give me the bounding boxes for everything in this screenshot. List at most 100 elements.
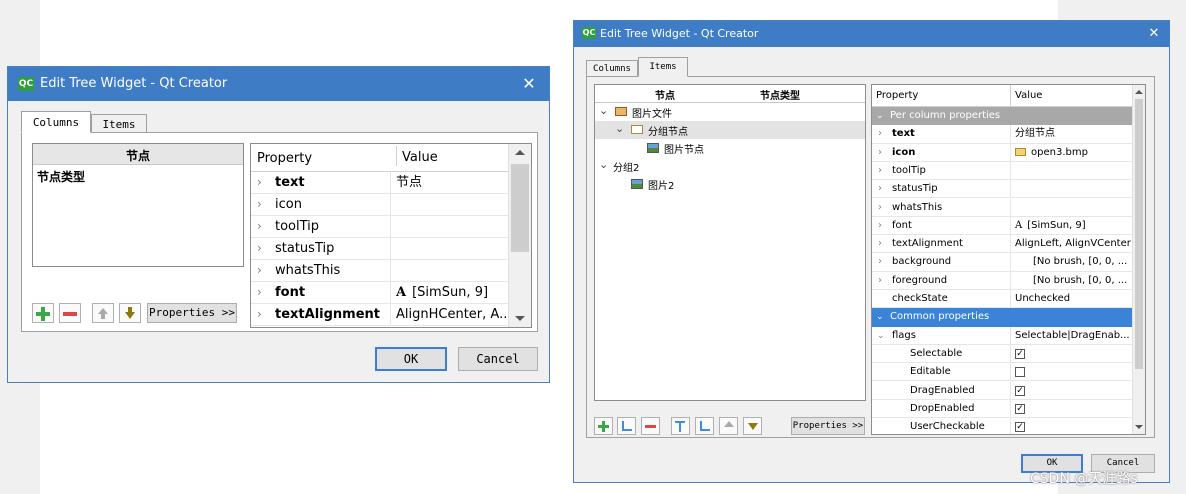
remove-icon[interactable] — [641, 417, 660, 435]
expand-arrow-icon[interactable]: › — [878, 253, 882, 271]
flag-row[interactable]: UserCheckable ✓ — [872, 418, 1132, 434]
properties-toggle-button[interactable]: Properties >> — [791, 417, 865, 435]
property-value[interactable]: 分组节点 — [1010, 125, 1132, 143]
property-value[interactable] — [390, 216, 508, 237]
expand-arrow-icon[interactable]: › — [878, 162, 882, 180]
expand-arrow-icon[interactable]: › — [257, 219, 262, 233]
add-child-icon[interactable] — [617, 417, 636, 435]
flag-row[interactable]: DragEnabled ✓ — [872, 381, 1133, 400]
collapse-chevron-icon[interactable]: ⌄ — [876, 308, 884, 326]
property-value[interactable] — [390, 260, 508, 281]
close-icon[interactable]: ✕ — [519, 73, 539, 95]
flag-value[interactable]: ✓ — [1010, 344, 1133, 363]
scroll-up-icon[interactable] — [1135, 90, 1143, 94]
section-common-properties[interactable]: ⌄ Common properties — [872, 308, 1132, 327]
property-row[interactable]: › text 分组节点 — [872, 125, 1132, 144]
checkbox-checked[interactable]: ✓ — [1015, 403, 1025, 414]
property-value[interactable]: A [SimSun, 9] — [390, 282, 508, 303]
tree-item[interactable]: ⌄ 分组节点 — [595, 121, 865, 139]
property-row[interactable]: › statusTip — [251, 238, 508, 260]
collapse-chevron-icon[interactable]: ⌄ — [876, 107, 884, 125]
move-left-icon[interactable] — [671, 417, 690, 435]
scroll-up-icon[interactable] — [515, 150, 525, 155]
list-item[interactable]: 节点类型 — [37, 168, 85, 185]
property-row[interactable]: › whatsThis — [251, 260, 508, 282]
checkbox-unchecked[interactable] — [1015, 367, 1025, 378]
tree-item[interactable]: 图片2 — [595, 175, 865, 193]
property-row[interactable]: › font A [SimSun, 9] — [872, 216, 1132, 236]
expand-arrow-icon[interactable]: › — [878, 199, 882, 217]
tab-columns[interactable]: Columns — [586, 60, 638, 76]
move-down-icon[interactable] — [119, 303, 141, 323]
items-tree[interactable]: 节点 节点类型 ⌄ 图片文件 ⌄ 分组节点 图片节点 ⌄ 分组2 图片2 — [594, 84, 866, 401]
checkbox-checked[interactable]: ✓ — [1015, 422, 1025, 433]
expand-arrow-icon[interactable]: › — [257, 263, 262, 277]
property-row[interactable]: › foreground [No brush, [0, 0, ... — [872, 271, 1132, 290]
properties-toggle-button[interactable]: Properties >> — [147, 303, 237, 323]
flag-row[interactable]: Selectable ✓ — [872, 344, 1133, 364]
tree-item[interactable]: ⌄ 分组2 — [595, 157, 865, 175]
add-icon[interactable] — [32, 303, 54, 323]
expand-chevron-icon[interactable]: ⌄ — [599, 158, 608, 171]
tab-items[interactable]: Items — [91, 114, 147, 133]
expand-arrow-icon[interactable]: › — [878, 235, 882, 253]
scroll-down-icon[interactable] — [515, 316, 525, 321]
property-value[interactable] — [390, 194, 508, 215]
property-row[interactable]: › icon — [251, 194, 508, 216]
expand-arrow-icon[interactable]: › — [257, 307, 262, 321]
property-value[interactable] — [1010, 161, 1132, 180]
tree-item[interactable]: 图片节点 — [595, 139, 865, 157]
property-value[interactable]: AlignHCenter, A... — [390, 304, 508, 325]
remove-icon[interactable] — [59, 303, 81, 323]
cancel-button[interactable]: Cancel — [458, 347, 538, 371]
close-icon[interactable]: ✕ — [1145, 24, 1163, 44]
property-editor[interactable]: Property Value › text 节点 › icon › toolTip › stat… — [250, 143, 532, 328]
add-icon[interactable] — [594, 417, 613, 435]
expand-arrow-icon[interactable]: › — [878, 217, 882, 235]
flags-row[interactable]: ⌄ flags Selectable|DragEnab... — [872, 326, 1132, 345]
property-editor[interactable]: Property Value ⌄ Per column properties › te… — [871, 84, 1146, 435]
expand-arrow-icon[interactable]: › — [257, 285, 262, 299]
property-value[interactable] — [1010, 180, 1132, 198]
property-row[interactable]: › textAlignment AlignHCenter, A... — [251, 304, 508, 326]
expand-arrow-icon[interactable]: › — [878, 144, 882, 162]
move-down-icon[interactable] — [743, 417, 762, 435]
scroll-down-icon[interactable] — [1135, 425, 1143, 429]
property-row[interactable]: › icon open3.bmp — [872, 143, 1132, 162]
flag-value[interactable]: ✓ — [1010, 381, 1133, 399]
collapse-chevron-icon[interactable]: ⌄ — [877, 327, 885, 345]
flag-value[interactable] — [1010, 363, 1133, 381]
vertical-scrollbar[interactable] — [1132, 85, 1145, 434]
flag-value[interactable]: ✓ — [1010, 399, 1133, 418]
property-row[interactable]: › font A [SimSun, 9] — [251, 282, 508, 304]
expand-arrow-icon[interactable]: › — [257, 241, 262, 255]
move-right-icon[interactable] — [695, 417, 714, 435]
property-row[interactable]: checkState Unchecked — [872, 290, 1132, 309]
checkbox-checked[interactable]: ✓ — [1015, 348, 1025, 359]
property-value[interactable]: Selectable|DragEnab... — [1010, 326, 1132, 344]
property-value[interactable]: [No brush, [0, 0, ... — [1010, 271, 1132, 289]
property-value[interactable]: A [SimSun, 9] — [1010, 216, 1132, 235]
property-row[interactable]: › background [No brush, [0, 0, ... — [872, 253, 1132, 272]
property-value[interactable]: Unchecked — [1010, 290, 1132, 308]
expand-arrow-icon[interactable]: › — [878, 125, 882, 143]
tab-items[interactable]: Items — [638, 57, 688, 77]
property-value[interactable]: open3.bmp — [1010, 143, 1132, 161]
expand-arrow-icon[interactable]: › — [257, 175, 262, 189]
vertical-scrollbar[interactable] — [508, 144, 531, 327]
expand-arrow-icon[interactable]: › — [878, 272, 882, 290]
ok-button[interactable]: OK — [375, 347, 447, 371]
expand-chevron-icon[interactable]: ⌄ — [599, 104, 608, 117]
move-up-icon[interactable] — [92, 303, 114, 323]
move-up-icon[interactable] — [719, 417, 738, 435]
property-row[interactable]: › toolTip — [872, 161, 1132, 181]
property-row[interactable]: › text 节点 — [251, 172, 508, 194]
scrollbar-thumb[interactable] — [1135, 99, 1143, 369]
section-per-column-properties[interactable]: ⌄ Per column properties — [872, 107, 1132, 126]
scrollbar-thumb[interactable] — [511, 164, 529, 252]
property-row[interactable]: › whatsThis — [872, 198, 1132, 217]
property-value[interactable] — [390, 238, 508, 259]
tab-columns[interactable]: Columns — [21, 111, 91, 133]
property-row[interactable]: › statusTip — [872, 180, 1132, 199]
tree-item[interactable]: ⌄ 图片文件 — [595, 103, 865, 121]
